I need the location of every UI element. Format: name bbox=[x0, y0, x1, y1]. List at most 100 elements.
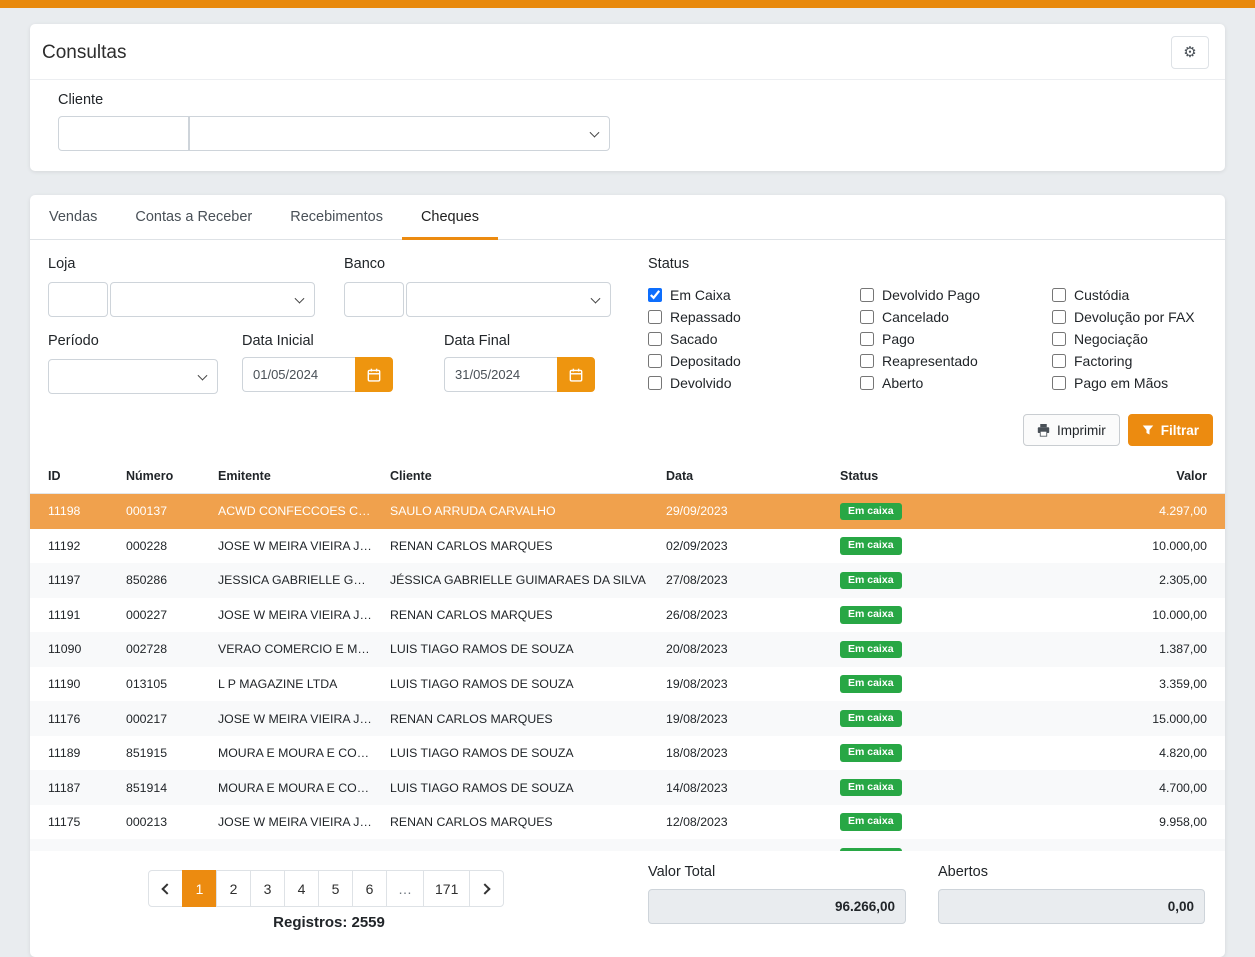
checkbox[interactable] bbox=[648, 354, 662, 368]
status-checkbox-devolucao-por-fax[interactable]: Devolução por FAX bbox=[1052, 306, 1225, 328]
table-row[interactable]: 11176000217JOSE W MEIRA VIEIRA JUNIORREN… bbox=[30, 701, 1225, 736]
cell-numero: 013105 bbox=[118, 667, 210, 702]
table-row[interactable]: 11187851914MOURA E MOURA E COM VA…LUIS T… bbox=[30, 770, 1225, 805]
cell-cliente: RENAN CARLOS MARQUES bbox=[382, 805, 658, 840]
cell-numero: 851915 bbox=[118, 736, 210, 771]
status-checkbox-custodia[interactable]: Custódia bbox=[1052, 284, 1225, 306]
checkbox[interactable] bbox=[1052, 332, 1066, 346]
checkbox-label: Devolvido bbox=[670, 375, 731, 391]
status-checkbox-factoring[interactable]: Factoring bbox=[1052, 350, 1225, 372]
table-row[interactable]: 11192000228JOSE W MEIRA VIEIRA JUNIORREN… bbox=[30, 529, 1225, 564]
status-column-3: Custódia Devolução por FAX Negociação Fa… bbox=[1052, 284, 1225, 394]
cell-data: 27/08/2023 bbox=[658, 563, 832, 598]
cell-data: 19/08/2023 bbox=[658, 701, 832, 736]
checkbox[interactable] bbox=[1052, 376, 1066, 390]
col-header-status: Status bbox=[832, 459, 992, 494]
data-inicial-calendar-button[interactable] bbox=[355, 357, 393, 392]
checkbox[interactable] bbox=[1052, 354, 1066, 368]
checkbox[interactable] bbox=[1052, 288, 1066, 302]
checkbox[interactable] bbox=[860, 332, 874, 346]
checkbox[interactable] bbox=[648, 376, 662, 390]
tab-bar: Vendas Contas a Receber Recebimentos Che… bbox=[30, 195, 1225, 240]
table-row[interactable]: 11172013952K.M. COMERCIO VAREJISTA …LUIS… bbox=[30, 839, 1225, 851]
status-checkbox-cancelado[interactable]: Cancelado bbox=[860, 306, 1052, 328]
tab-recebimentos[interactable]: Recebimentos bbox=[271, 195, 402, 240]
data-inicial-input[interactable] bbox=[242, 357, 355, 392]
cell-valor: 4.820,00 bbox=[992, 736, 1225, 771]
status-checkbox-pago[interactable]: Pago bbox=[860, 328, 1052, 350]
loja-select-wrap bbox=[110, 282, 315, 317]
cliente-select[interactable] bbox=[189, 116, 610, 151]
status-label: Status bbox=[648, 256, 689, 272]
status-checkbox-devolvido[interactable]: Devolvido bbox=[648, 372, 860, 394]
checkbox[interactable] bbox=[648, 332, 662, 346]
checkbox[interactable] bbox=[860, 354, 874, 368]
status-checkbox-negociacao[interactable]: Negociação bbox=[1052, 328, 1225, 350]
table-row[interactable]: 11190013105L P MAGAZINE LTDALUIS TIAGO R… bbox=[30, 667, 1225, 702]
pagination-next-button[interactable] bbox=[469, 870, 504, 907]
tab-contas-a-receber[interactable]: Contas a Receber bbox=[116, 195, 271, 240]
pagination-page-5[interactable]: 5 bbox=[318, 870, 353, 907]
filters-section: Loja Banco Período Data Inicial bbox=[30, 240, 1225, 392]
table-row[interactable]: 11197850286JESSICA GABRIELLE GUIMA…JÉSSI… bbox=[30, 563, 1225, 598]
imprimir-button[interactable]: Imprimir bbox=[1023, 414, 1120, 446]
cell-id: 11090 bbox=[30, 632, 118, 667]
data-final-calendar-button[interactable] bbox=[557, 357, 595, 392]
banco-select[interactable] bbox=[406, 282, 611, 317]
checkbox[interactable] bbox=[648, 288, 662, 302]
status-checkbox-depositado[interactable]: Depositado bbox=[648, 350, 860, 372]
data-final-input[interactable] bbox=[444, 357, 557, 392]
cell-status: Em caixa bbox=[832, 494, 992, 529]
cell-cliente: LUIS TIAGO RAMOS DE SOUZA bbox=[382, 839, 658, 851]
loja-code-input[interactable] bbox=[48, 282, 108, 317]
checkbox[interactable] bbox=[860, 288, 874, 302]
tab-cheques[interactable]: Cheques bbox=[402, 195, 498, 240]
status-checkbox-reapresentado[interactable]: Reapresentado bbox=[860, 350, 1052, 372]
table-row[interactable]: 11090002728VERAO COMERCIO E MODAS…LUIS T… bbox=[30, 632, 1225, 667]
settings-button[interactable]: ⚙ bbox=[1171, 36, 1209, 69]
pagination-page-1[interactable]: 1 bbox=[182, 870, 217, 907]
cell-data: 12/08/2023 bbox=[658, 805, 832, 840]
cell-emitente: K.M. COMERCIO VAREJISTA … bbox=[210, 839, 382, 851]
results-table-container[interactable]: ID Número Emitente Cliente Data Status V… bbox=[30, 459, 1225, 851]
loja-select[interactable] bbox=[110, 282, 315, 317]
checkbox[interactable] bbox=[860, 376, 874, 390]
main-card: Vendas Contas a Receber Recebimentos Che… bbox=[30, 195, 1225, 957]
cell-valor: 1.387,00 bbox=[992, 632, 1225, 667]
pagination-page-4[interactable]: 4 bbox=[284, 870, 319, 907]
checkbox[interactable] bbox=[1052, 310, 1066, 324]
status-checkbox-grid: Em Caixa Repassado Sacado Depositado Dev… bbox=[648, 284, 1225, 394]
cell-numero: 000217 bbox=[118, 701, 210, 736]
periodo-select[interactable] bbox=[48, 359, 218, 394]
tab-vendas[interactable]: Vendas bbox=[30, 195, 116, 240]
cell-emitente: MOURA E MOURA E COM VA… bbox=[210, 770, 382, 805]
table-row[interactable]: 11198000137ACWD CONFECCOES COMER…SAULO A… bbox=[30, 494, 1225, 529]
periodo-label: Período bbox=[48, 333, 99, 349]
status-checkbox-em-caixa[interactable]: Em Caixa bbox=[648, 284, 860, 306]
table-row[interactable]: 11189851915MOURA E MOURA E COM VA…LUIS T… bbox=[30, 736, 1225, 771]
status-checkbox-aberto[interactable]: Aberto bbox=[860, 372, 1052, 394]
pagination-prev-button[interactable] bbox=[148, 870, 183, 907]
cell-data: 20/08/2023 bbox=[658, 632, 832, 667]
cliente-code-input[interactable] bbox=[58, 116, 189, 151]
pagination-page-3[interactable]: 3 bbox=[250, 870, 285, 907]
status-badge: Em caixa bbox=[840, 503, 902, 521]
table-row[interactable]: 11191000227JOSE W MEIRA VIEIRA JUNIORREN… bbox=[30, 598, 1225, 633]
pagination-page-6[interactable]: 6 bbox=[352, 870, 387, 907]
cell-id: 11198 bbox=[30, 494, 118, 529]
table-header-row: ID Número Emitente Cliente Data Status V… bbox=[30, 459, 1225, 494]
filtrar-button[interactable]: Filtrar bbox=[1128, 414, 1213, 446]
status-checkbox-pago-em-maos[interactable]: Pago em Mãos bbox=[1052, 372, 1225, 394]
banco-code-input[interactable] bbox=[344, 282, 404, 317]
table-row[interactable]: 11175000213JOSE W MEIRA VIEIRA JUNIORREN… bbox=[30, 805, 1225, 840]
checkbox[interactable] bbox=[648, 310, 662, 324]
pagination-page-171[interactable]: 171 bbox=[423, 870, 470, 907]
cell-id: 11189 bbox=[30, 736, 118, 771]
pagination-page-2[interactable]: 2 bbox=[216, 870, 251, 907]
checkbox-label: Negociação bbox=[1074, 331, 1148, 347]
status-checkbox-sacado[interactable]: Sacado bbox=[648, 328, 860, 350]
status-checkbox-repassado[interactable]: Repassado bbox=[648, 306, 860, 328]
status-checkbox-devolvido-pago[interactable]: Devolvido Pago bbox=[860, 284, 1052, 306]
checkbox[interactable] bbox=[860, 310, 874, 324]
valor-total-block: Valor Total 96.266,00 bbox=[648, 864, 906, 924]
